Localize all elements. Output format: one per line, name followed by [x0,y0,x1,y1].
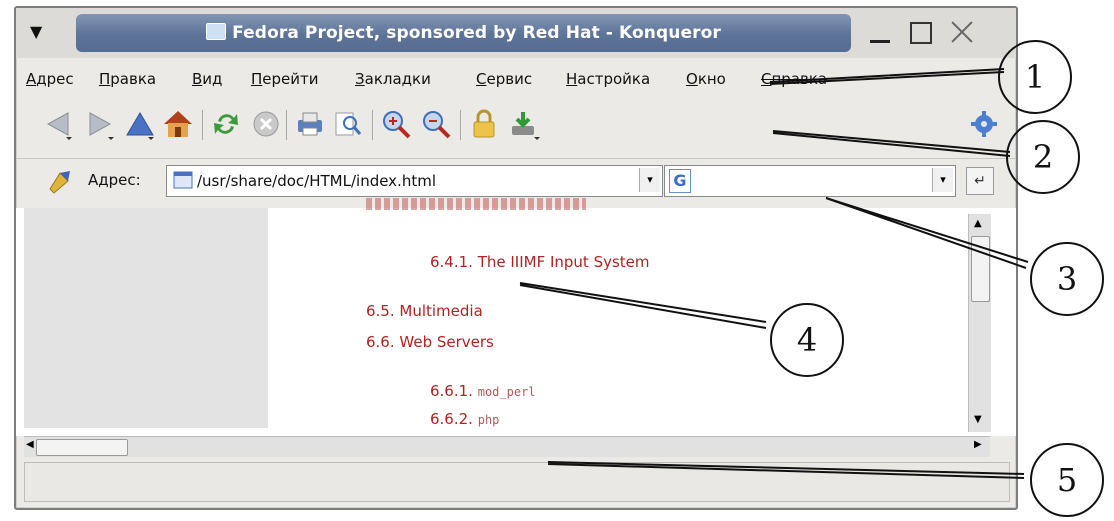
callout-line-3 [825,197,1029,269]
callout-4: 4 [770,303,844,377]
callout-2: 2 [1006,120,1080,194]
callout-5: 5 [1030,443,1104,517]
callout-pointers [519,68,1029,479]
callout-3: 3 [1030,242,1104,316]
callout-line-2 [772,130,1011,157]
callout-1: 1 [998,40,1072,114]
callout-line-1 [769,68,1005,85]
callout-line-5 [547,461,1025,479]
callout-line-4 [519,282,767,329]
